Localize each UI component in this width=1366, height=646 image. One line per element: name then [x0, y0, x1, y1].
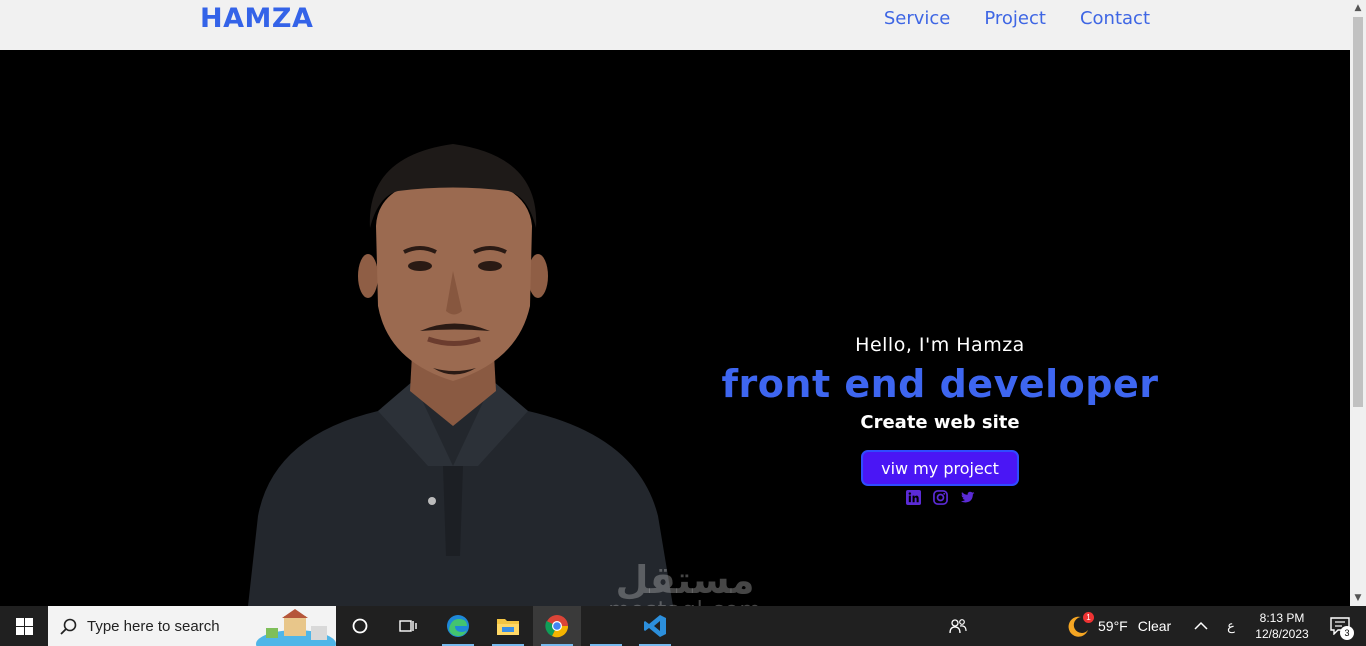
taskbar-vscode[interactable] — [631, 606, 679, 646]
scroll-up-arrow-icon[interactable]: ▲ — [1350, 0, 1366, 16]
greeting: Hello, I'm Hamza — [855, 334, 1025, 356]
windows-taskbar: Type here to search 1 59°F Clear ع 8:13 … — [0, 606, 1366, 646]
clock-date: 12/8/2023 — [1255, 627, 1309, 641]
instagram-icon[interactable] — [932, 490, 948, 505]
taskbar-file-explorer[interactable] — [484, 606, 532, 646]
search-icon — [60, 618, 77, 635]
social-links — [700, 490, 1180, 505]
role-title: front end developer — [721, 362, 1159, 406]
page-scrollbar[interactable]: ▲ ▼ — [1350, 0, 1366, 606]
nav-project[interactable]: Project — [984, 8, 1046, 29]
scroll-down-arrow-icon[interactable]: ▼ — [1350, 590, 1366, 606]
vscode-icon — [644, 615, 666, 637]
start-button[interactable] — [0, 606, 48, 646]
clock-time: 8:13 PM — [1259, 611, 1305, 625]
taskbar-edge[interactable] — [434, 606, 482, 646]
weather-widget[interactable]: 1 59°F Clear — [1066, 606, 1178, 646]
people-button[interactable] — [936, 606, 980, 646]
show-hidden-icons-button[interactable] — [1186, 606, 1216, 646]
main-nav: Service Project Contact — [884, 8, 1150, 29]
linkedin-icon[interactable] — [905, 490, 921, 505]
chevron-up-icon — [1194, 621, 1208, 630]
site-logo[interactable]: HAMZA — [200, 3, 313, 34]
taskbar-app-4[interactable] — [582, 606, 630, 646]
site-header: HAMZA Service Project Contact — [0, 0, 1350, 50]
tagline: Create web site — [860, 412, 1020, 433]
hero-section: Hello, I'm Hamza front end developer Cre… — [0, 50, 1350, 606]
people-icon — [949, 619, 967, 634]
twitter-icon[interactable] — [960, 490, 975, 505]
weather-moon-icon: 1 — [1066, 612, 1094, 638]
input-language[interactable]: ع — [1220, 606, 1242, 646]
chrome-icon — [545, 615, 569, 638]
task-view-icon — [399, 620, 417, 632]
windows-logo-icon — [15, 617, 33, 635]
cortana-button[interactable] — [338, 606, 382, 646]
taskbar-chrome[interactable] — [533, 606, 581, 646]
search-highlight-illustration-icon — [256, 609, 336, 646]
taskbar-clock[interactable]: 8:13 PM 12/8/2023 — [1246, 606, 1318, 646]
taskbar-search-box[interactable]: Type here to search — [48, 606, 336, 646]
hero-text: Hello, I'm Hamza front end developer Cre… — [700, 334, 1180, 505]
notification-count-badge: 3 — [1340, 626, 1354, 640]
weather-condition: Clear — [1137, 618, 1172, 634]
cortana-circle-icon — [352, 618, 368, 634]
action-center-button[interactable]: 3 — [1320, 606, 1360, 646]
weather-temp: 59°F — [1098, 618, 1128, 634]
folder-icon — [497, 619, 519, 635]
page: HAMZA Service Project Contact Hello, I'm… — [0, 0, 1366, 646]
nav-contact[interactable]: Contact — [1080, 8, 1150, 29]
nav-service[interactable]: Service — [884, 8, 951, 29]
edge-icon — [447, 615, 469, 637]
search-placeholder: Type here to search — [87, 617, 220, 635]
weather-alert-badge: 1 — [1083, 612, 1094, 623]
view-project-button[interactable]: viw my project — [861, 450, 1019, 486]
scroll-thumb[interactable] — [1353, 17, 1363, 407]
profile-photo — [248, 144, 673, 606]
task-view-button[interactable] — [386, 606, 430, 646]
